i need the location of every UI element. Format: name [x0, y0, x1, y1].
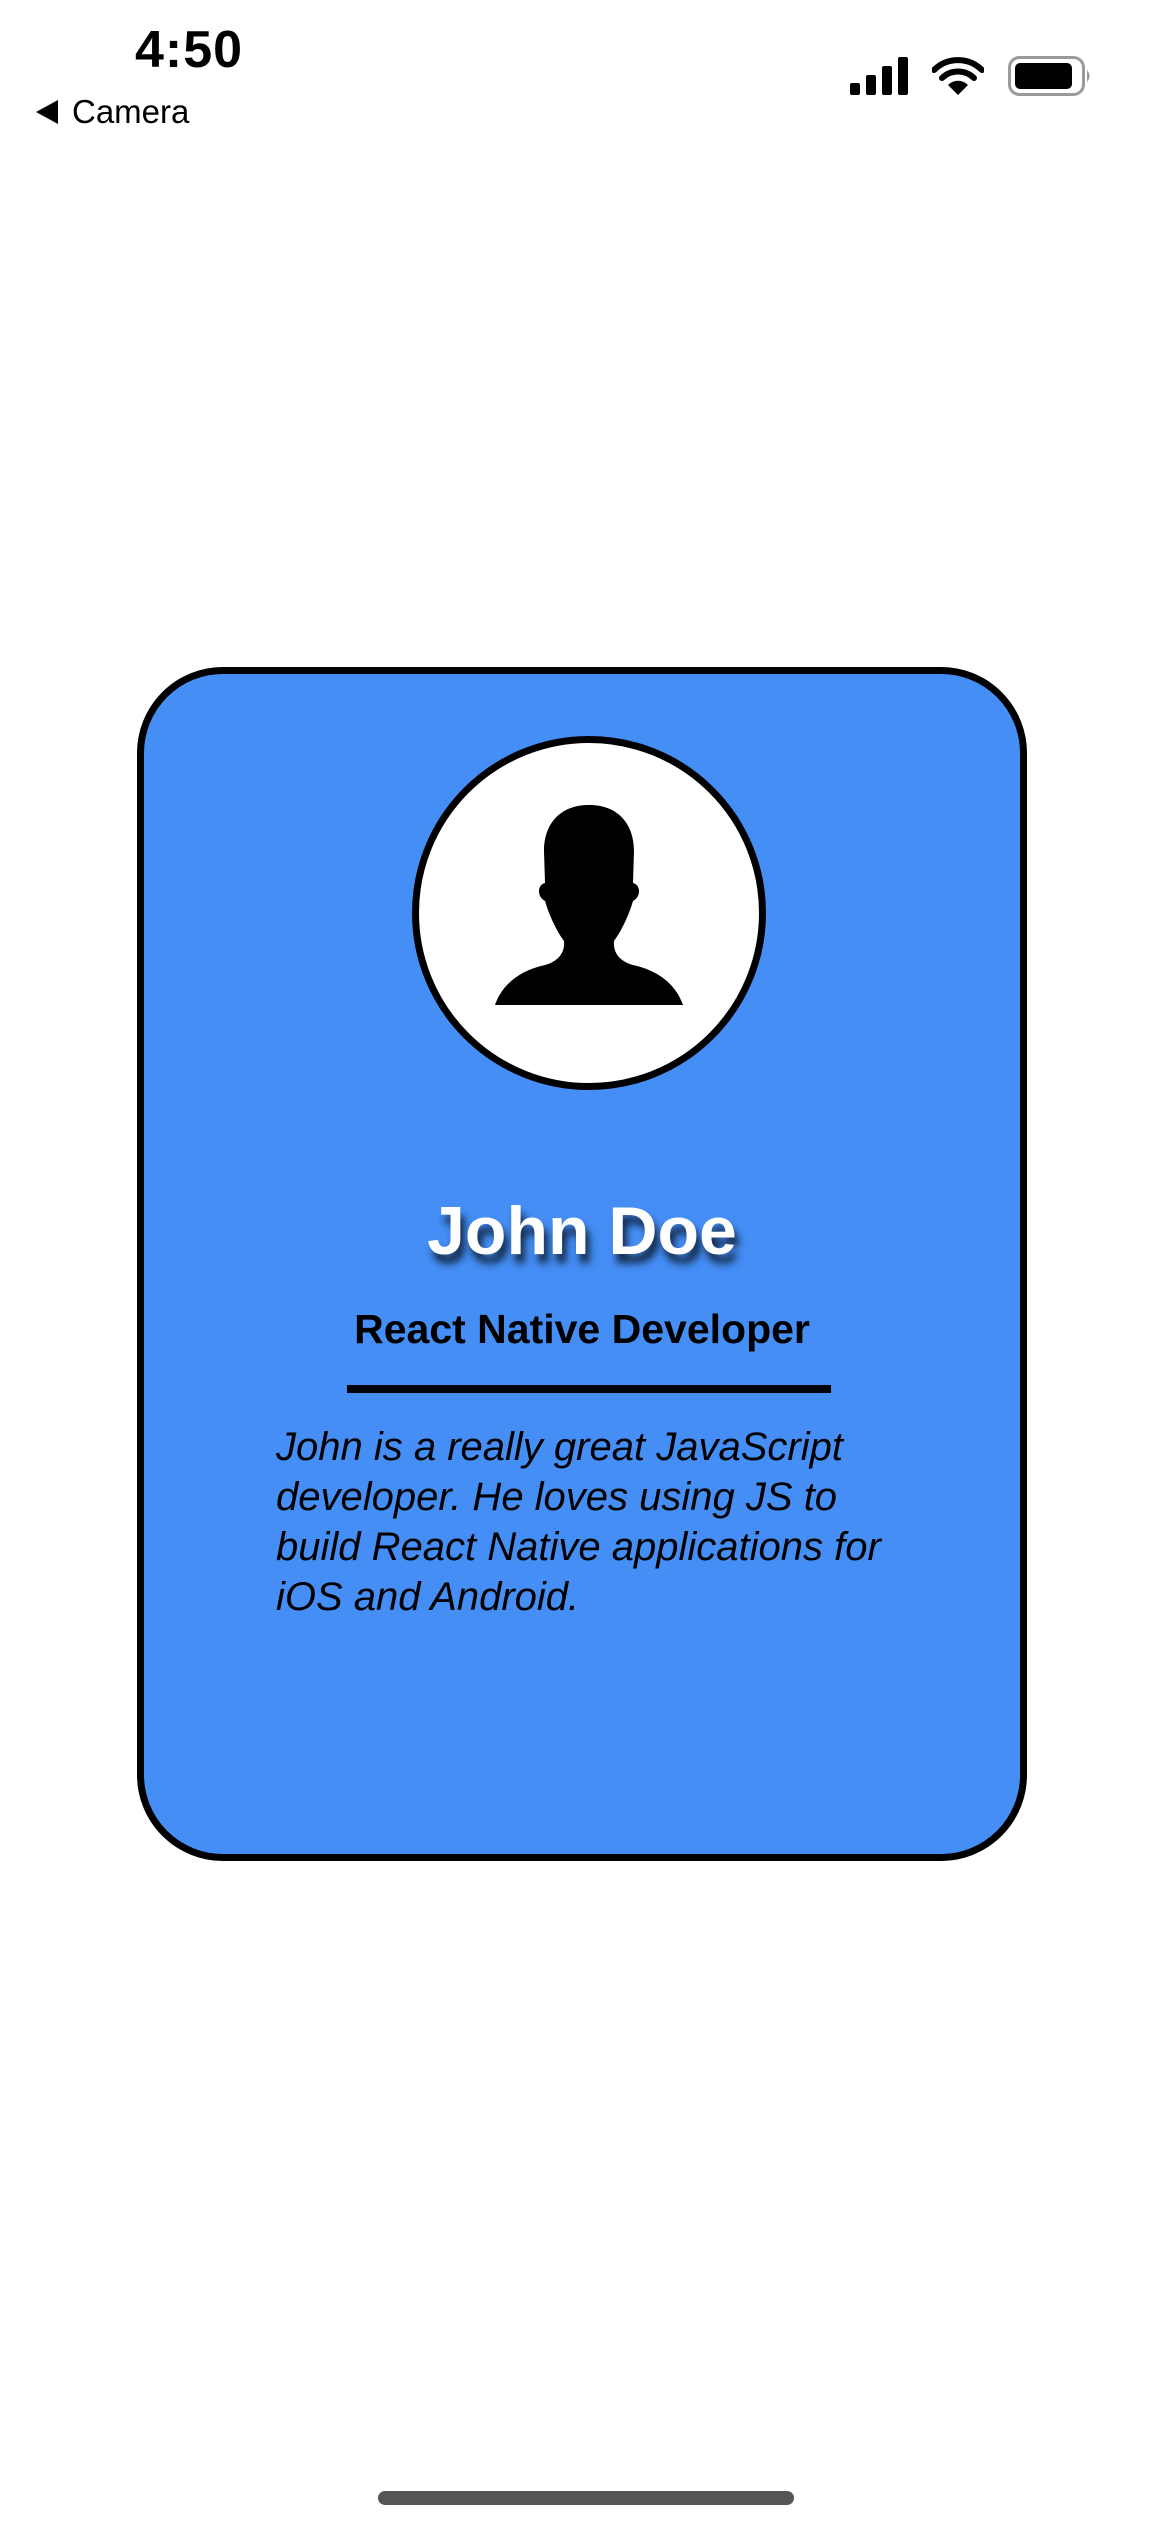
status-time: 4:50	[135, 21, 244, 79]
profile-card: John Doe React Native Developer John is …	[137, 667, 1027, 1861]
cellular-signal-icon	[850, 57, 908, 95]
screen: 4:50 Camera John Doe React Native Develo…	[0, 0, 1170, 2532]
back-label: Camera	[72, 93, 190, 130]
back-to-camera-button[interactable]: Camera	[36, 92, 189, 132]
status-icons	[850, 56, 1092, 96]
wifi-icon	[932, 57, 984, 95]
avatar	[412, 736, 766, 1090]
back-triangle-icon	[36, 100, 58, 124]
home-indicator[interactable]	[378, 2491, 794, 2505]
battery-icon	[1008, 56, 1090, 96]
user-silhouette-icon	[495, 805, 683, 1005]
divider	[347, 1385, 831, 1393]
profile-name: John Doe	[427, 1193, 737, 1269]
profile-bio: John is a really great JavaScript develo…	[276, 1425, 881, 1619]
profile-role: React Native Developer	[354, 1306, 810, 1352]
